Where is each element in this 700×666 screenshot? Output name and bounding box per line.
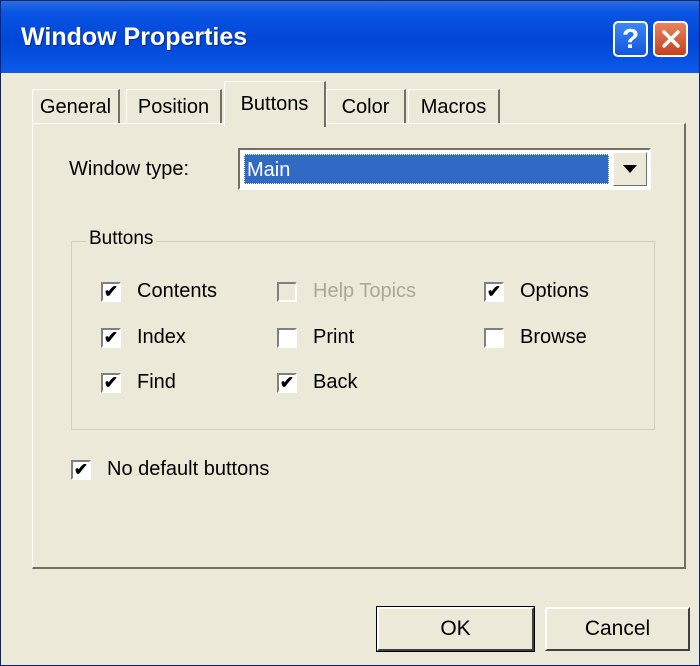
- tab-buttons[interactable]: Buttons: [224, 81, 326, 127]
- checkbox-help-topics: Help Topics: [277, 280, 416, 303]
- dropdown-button[interactable]: [613, 152, 647, 186]
- checkbox-label: Options: [520, 280, 589, 302]
- tab-label: Color: [341, 96, 390, 118]
- tab-label: General: [39, 96, 112, 118]
- checkbox-index[interactable]: ✔ Index: [101, 326, 186, 349]
- cancel-button[interactable]: Cancel: [545, 607, 690, 651]
- checkbox-back[interactable]: ✔ Back: [277, 371, 357, 394]
- checkbox-box[interactable]: [484, 327, 504, 348]
- checkbox-box[interactable]: ✔: [484, 281, 504, 302]
- ok-label: OK: [440, 617, 471, 640]
- checkbox-label: Contents: [137, 280, 218, 302]
- title-bar[interactable]: Window Properties ?: [1, 1, 699, 73]
- checkbox-box[interactable]: ✔: [71, 459, 91, 480]
- window-type-label: Window type:: [69, 158, 190, 180]
- window-properties-dialog: Window Properties ? General Position But…: [0, 0, 700, 666]
- checkbox-contents[interactable]: ✔ Contents: [101, 280, 217, 303]
- close-icon: [661, 30, 680, 48]
- window-type-select[interactable]: Main: [238, 148, 651, 190]
- close-button[interactable]: [653, 21, 688, 57]
- checkbox-box[interactable]: ✔: [101, 372, 121, 393]
- checkbox-label: Index: [137, 326, 186, 348]
- checkbox-label: Find: [137, 371, 176, 393]
- question-mark-icon: ?: [621, 23, 640, 54]
- tab-label: Position: [137, 96, 210, 118]
- checkbox-box[interactable]: ✔: [101, 327, 121, 348]
- tab-general[interactable]: General: [32, 89, 120, 125]
- tab-macros[interactable]: Macros: [408, 89, 500, 125]
- ok-button[interactable]: OK: [376, 606, 535, 652]
- cancel-label: Cancel: [584, 617, 651, 640]
- checkbox-no-default-buttons[interactable]: ✔ No default buttons: [71, 458, 269, 481]
- dialog-title: Window Properties: [21, 23, 248, 51]
- tab-label: Buttons: [240, 93, 309, 115]
- checkbox-label: No default buttons: [107, 458, 270, 480]
- chevron-down-icon: [623, 165, 637, 173]
- checkbox-label: Back: [313, 371, 358, 393]
- tab-position[interactable]: Position: [126, 89, 222, 125]
- checkbox-box[interactable]: ✔: [277, 372, 297, 393]
- checkbox-box[interactable]: [277, 327, 297, 348]
- checkbox-box[interactable]: ✔: [101, 281, 121, 302]
- checkbox-browse[interactable]: Browse: [484, 326, 587, 349]
- checkbox-print[interactable]: Print: [277, 326, 354, 349]
- help-button[interactable]: ?: [613, 21, 648, 57]
- tab-color[interactable]: Color: [326, 89, 406, 125]
- buttons-group-label: Buttons: [86, 228, 157, 250]
- checkbox-box: [277, 281, 297, 302]
- window-type-value: Main: [244, 154, 609, 184]
- checkbox-options[interactable]: ✔ Options: [484, 280, 589, 303]
- checkbox-find[interactable]: ✔ Find: [101, 371, 176, 394]
- checkbox-label: Print: [313, 326, 355, 348]
- tab-label: Macros: [420, 96, 487, 118]
- checkbox-label: Help Topics: [313, 280, 417, 302]
- checkbox-label: Browse: [520, 326, 587, 348]
